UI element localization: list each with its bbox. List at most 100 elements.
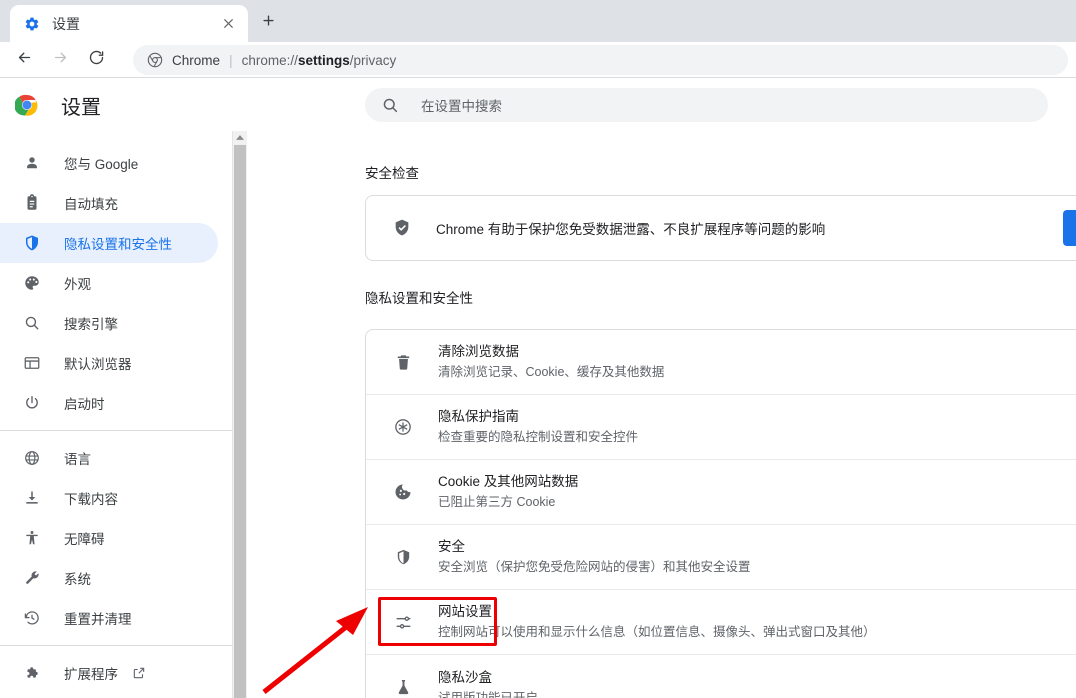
accessibility-icon [22, 528, 42, 548]
row-title: 清除浏览数据 [438, 344, 519, 359]
row-site-settings[interactable]: 网站设置 控制网站可以使用和显示什么信息（如位置信息、摄像头、弹出式窗口及其他） [366, 590, 1076, 655]
sidebar-item-label: 扩展程序 [64, 667, 118, 682]
tab-strip: 设置 [0, 0, 1076, 42]
sidebar-item-label: 重置并清理 [64, 612, 132, 627]
chrome-logo-icon [14, 93, 39, 117]
person-icon [22, 153, 42, 173]
external-link-icon [132, 666, 146, 680]
arrow-right-icon [52, 49, 69, 71]
omnibox-chip-label: Chrome [172, 52, 221, 68]
tab-title: 设置 [52, 15, 80, 32]
trash-icon [392, 351, 414, 373]
sidebar-item-autofill[interactable]: 自动填充 [0, 183, 218, 223]
sidebar-item-reset-and-cleanup[interactable]: 重置并清理 [0, 598, 218, 638]
row-subtitle: 清除浏览记录、Cookie、缓存及其他数据 [438, 365, 665, 379]
row-texts: 清除浏览数据 清除浏览记录、Cookie、缓存及其他数据 [438, 342, 1076, 382]
sidebar-divider-2 [0, 645, 232, 646]
search-icon [381, 96, 399, 114]
close-icon[interactable] [216, 12, 240, 36]
row-title: 隐私保护指南 [438, 409, 519, 424]
row-subtitle: 控制网站可以使用和显示什么信息（如位置信息、摄像头、弹出式窗口及其他） [438, 625, 876, 639]
sidebar-item-label: 无障碍 [64, 532, 105, 547]
shield-check-icon [392, 218, 412, 238]
settings-sidebar: 您与 Google 自动填充 隐私设置和安全性 外观 搜索引擎 默认浏览器 启动… [0, 131, 232, 698]
sidebar-item-privacy-and-security[interactable]: 隐私设置和安全性 [0, 223, 218, 263]
sidebar-item-label: 搜索引擎 [64, 317, 118, 332]
sidebar-item-on-startup[interactable]: 启动时 [0, 383, 218, 423]
shield-icon [392, 546, 414, 568]
reload-button[interactable] [82, 46, 110, 74]
plus-icon [261, 13, 276, 33]
sidebar-item-label: 外观 [64, 277, 91, 292]
row-privacy-sandbox[interactable]: 隐私沙盒 试用版功能已开启 [366, 655, 1076, 698]
caret-up-icon[interactable] [233, 131, 247, 144]
tab-settings[interactable]: 设置 [10, 5, 248, 42]
arrow-left-icon [16, 49, 33, 71]
shield-icon [22, 233, 42, 253]
url-bold: settings [297, 52, 350, 68]
browser-window: 设置 Chrome | chrome://settings/privacy 设置… [0, 0, 1076, 698]
sidebar-item-downloads[interactable]: 下载内容 [0, 478, 218, 518]
forward-button[interactable] [46, 46, 74, 74]
sidebar-item-languages[interactable]: 语言 [0, 438, 218, 478]
content-scrollbar[interactable] [232, 131, 247, 698]
url-suffix: /privacy [349, 52, 397, 68]
new-tab-button[interactable] [254, 9, 282, 37]
search-icon [22, 313, 42, 333]
sidebar-item-label: 系统 [64, 572, 91, 587]
row-title: Cookie 及其他网站数据 [438, 474, 579, 489]
row-title: 安全 [438, 539, 465, 554]
page-title: 设置 [61, 96, 101, 119]
address-bar[interactable]: Chrome | chrome://settings/privacy [133, 45, 1068, 75]
url-prefix: chrome:// [241, 52, 298, 68]
privacy-section-title: 隐私设置和安全性 [365, 291, 473, 306]
download-icon [22, 488, 42, 508]
cookie-icon [392, 481, 414, 503]
row-privacy-guide[interactable]: 隐私保护指南 检查重要的隐私控制设置和安全控件 [366, 395, 1076, 460]
row-cookies-and-site-data[interactable]: Cookie 及其他网站数据 已阻止第三方 Cookie [366, 460, 1076, 525]
privacy-guide-icon [392, 416, 414, 438]
row-texts: 网站设置 控制网站可以使用和显示什么信息（如位置信息、摄像头、弹出式窗口及其他） [438, 602, 1076, 642]
palette-icon [22, 273, 42, 293]
sidebar-item-label: 下载内容 [64, 492, 118, 507]
row-subtitle: 安全浏览（保护您免受危险网站的侵害）和其他安全设置 [438, 560, 751, 574]
wrench-icon [22, 568, 42, 588]
row-texts: 隐私保护指南 检查重要的隐私控制设置和安全控件 [438, 407, 1076, 447]
puzzle-icon [22, 663, 42, 683]
sidebar-item-label: 启动时 [64, 397, 105, 412]
row-clear-browsing-data[interactable]: 清除浏览数据 清除浏览记录、Cookie、缓存及其他数据 [366, 330, 1076, 395]
safety-check-card: Chrome 有助于保护您免受数据泄露、不良扩展程序等问题的影响 立即检查 [365, 195, 1076, 261]
sidebar-item-system[interactable]: 系统 [0, 558, 218, 598]
row-security[interactable]: 安全 安全浏览（保护您免受危险网站的侵害）和其他安全设置 [366, 525, 1076, 590]
row-subtitle: 检查重要的隐私控制设置和安全控件 [438, 430, 639, 444]
run-safety-check-button[interactable]: 立即检查 [1063, 210, 1076, 246]
sidebar-item-accessibility[interactable]: 无障碍 [0, 518, 218, 558]
sidebar-item-you-and-google[interactable]: 您与 Google [0, 143, 218, 183]
row-texts: Cookie 及其他网站数据 已阻止第三方 Cookie [438, 472, 1076, 512]
chrome-icon [147, 52, 163, 68]
omnibox-url: chrome://settings/privacy [242, 53, 397, 68]
row-texts: 隐私沙盒 试用版功能已开启 [438, 668, 1076, 698]
search-input[interactable]: 在设置中搜索 [365, 88, 1048, 122]
privacy-settings-card: 清除浏览数据 清除浏览记录、Cookie、缓存及其他数据 隐私保护指南 检查重要… [365, 329, 1076, 698]
sidebar-item-extensions[interactable]: 扩展程序 [0, 653, 218, 693]
tune-icon [392, 611, 414, 633]
back-button[interactable] [10, 46, 38, 74]
sidebar-item-label: 您与 Google [64, 157, 139, 172]
search-placeholder: 在设置中搜索 [421, 99, 502, 114]
sidebar-item-appearance[interactable]: 外观 [0, 263, 218, 303]
row-title: 隐私沙盒 [438, 669, 492, 685]
scrollbar-thumb[interactable] [234, 145, 246, 698]
history-restore-icon [22, 608, 42, 628]
reload-icon [88, 49, 105, 71]
gear-icon [24, 16, 40, 32]
safety-check-section-title: 安全检查 [365, 166, 419, 181]
row-title: 网站设置 [438, 604, 492, 619]
sidebar-item-search-engine[interactable]: 搜索引擎 [0, 303, 218, 343]
row-subtitle: 已阻止第三方 Cookie [438, 495, 556, 509]
power-icon [22, 393, 42, 413]
clipboard-icon [22, 193, 42, 213]
sidebar-item-default-browser[interactable]: 默认浏览器 [0, 343, 218, 383]
row-texts: 安全 安全浏览（保护您免受危险网站的侵害）和其他安全设置 [438, 537, 1076, 577]
row-subtitle: 试用版功能已开启 [438, 690, 539, 698]
